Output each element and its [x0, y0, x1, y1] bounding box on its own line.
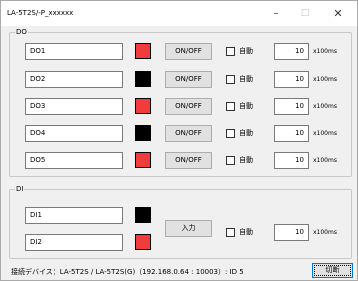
do-group-label: DO	[15, 28, 28, 37]
di-group-label: DI	[15, 185, 25, 194]
on-off-button[interactable]: ON/OFF	[165, 152, 212, 169]
on-off-button[interactable]: ON/OFF	[165, 98, 212, 115]
app-window: LA-5T2S/-P_xxxxxx – □ ✕ DO DO1 ON/OFF 自動…	[0, 0, 358, 281]
di-auto-label: 自動	[239, 228, 253, 236]
interval-input[interactable]: 10	[274, 98, 309, 115]
title-bar[interactable]: LA-5T2S/-P_xxxxxx – □ ✕	[1, 1, 357, 26]
auto-checkbox[interactable]	[226, 102, 235, 111]
do-name-field[interactable]: DO1	[25, 43, 123, 60]
di-unit-label: x100ms	[313, 229, 337, 236]
interval-input[interactable]: 10	[274, 43, 309, 60]
auto-checkbox[interactable]	[226, 47, 235, 56]
do-name-field[interactable]: DO2	[25, 71, 123, 88]
unit-label: x100ms	[313, 130, 337, 137]
input-read-button[interactable]: 入力	[165, 220, 212, 237]
di1-state-indicator	[135, 207, 151, 223]
di1-name-field[interactable]: DI1	[25, 207, 123, 224]
di2-name-field[interactable]: DI2	[25, 234, 123, 251]
di-interval-input[interactable]: 10	[274, 224, 309, 241]
close-button[interactable]: ✕	[325, 1, 351, 26]
auto-checkbox[interactable]	[226, 129, 235, 138]
on-off-button[interactable]: ON/OFF	[165, 125, 212, 142]
minimize-button[interactable]: –	[263, 1, 289, 26]
maximize-button[interactable]: □	[292, 1, 318, 26]
on-off-button[interactable]: ON/OFF	[165, 71, 212, 88]
on-off-button[interactable]: ON/OFF	[165, 43, 212, 60]
auto-checkbox[interactable]	[226, 75, 235, 84]
do-name-field[interactable]: DO3	[25, 98, 123, 115]
auto-label: 自動	[239, 102, 253, 110]
auto-label: 自動	[239, 156, 253, 164]
do-state-indicator	[135, 125, 151, 141]
connection-status: 接続デバイス：LA-5T2S / LA-5T2S(G)（192.168.0.64…	[11, 268, 244, 276]
auto-checkbox[interactable]	[226, 156, 235, 165]
do-state-indicator	[135, 98, 151, 114]
unit-label: x100ms	[313, 103, 337, 110]
auto-label: 自動	[239, 47, 253, 55]
do-name-field[interactable]: DO4	[25, 125, 123, 142]
do-state-indicator	[135, 71, 151, 87]
window-title: LA-5T2S/-P_xxxxxx	[7, 9, 74, 17]
do-group: DO DO1 ON/OFF 自動 10 x100ms DO2 ON/OFF 自動…	[9, 28, 352, 177]
do-name-field[interactable]: DO5	[25, 152, 123, 169]
interval-input[interactable]: 10	[274, 152, 309, 169]
unit-label: x100ms	[313, 48, 337, 55]
interval-input[interactable]: 10	[274, 125, 309, 142]
do-state-indicator	[135, 152, 151, 168]
disconnect-button[interactable]: 切断	[312, 263, 353, 278]
di-auto-checkbox[interactable]	[226, 228, 235, 237]
unit-label: x100ms	[313, 157, 337, 164]
auto-label: 自動	[239, 129, 253, 137]
do-state-indicator	[135, 43, 151, 59]
unit-label: x100ms	[313, 76, 337, 83]
di-group: DI DI1 DI2 入力 自動 10 x100ms	[9, 185, 352, 259]
di2-state-indicator	[135, 234, 151, 250]
auto-label: 自動	[239, 75, 253, 83]
interval-input[interactable]: 10	[274, 71, 309, 88]
